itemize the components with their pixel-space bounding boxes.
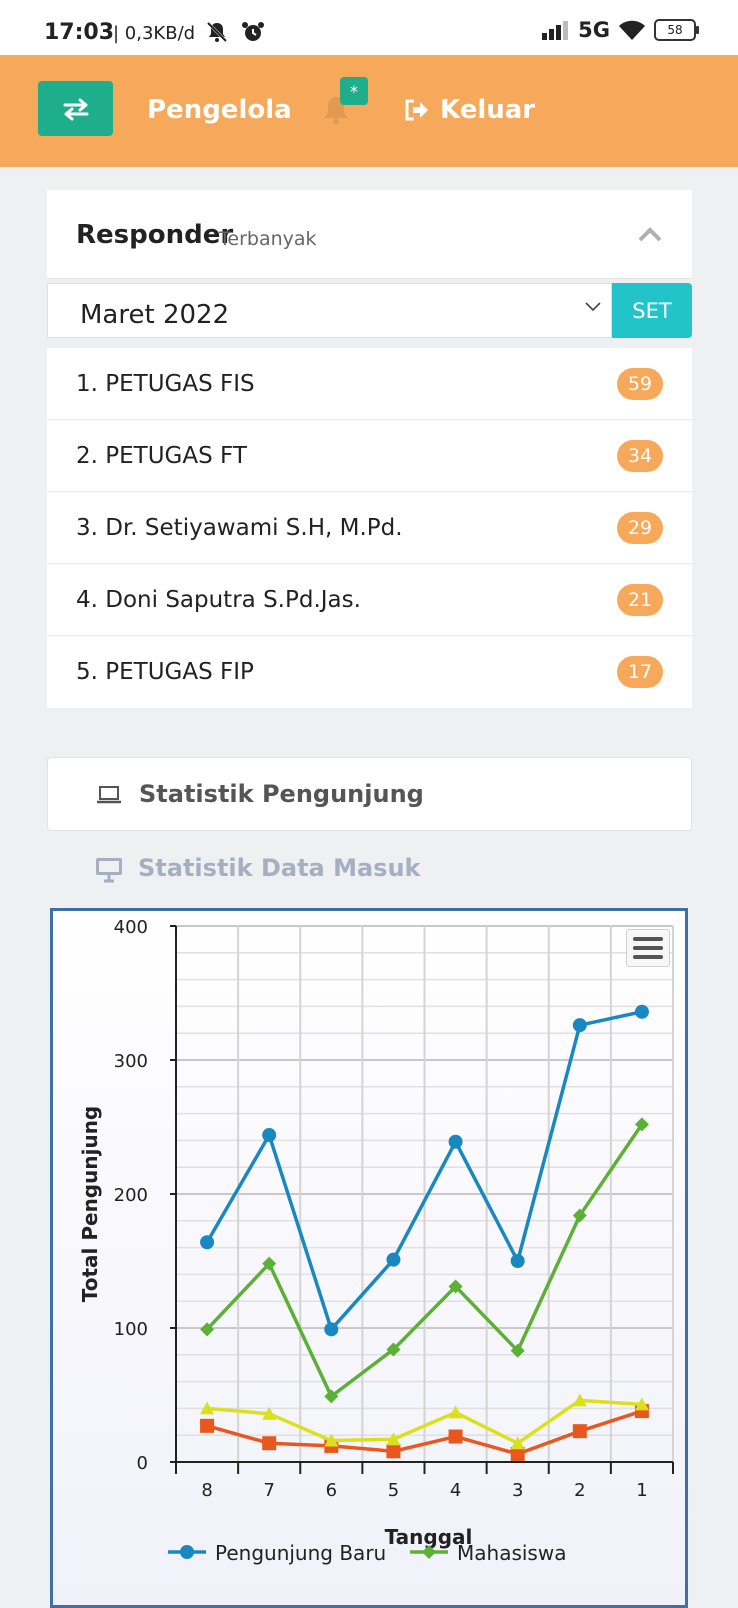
list-item: 5. PETUGAS FIP 17 [47, 636, 692, 708]
status-time: 17:03 [44, 20, 115, 45]
x-tick-label: 2 [574, 1480, 585, 1501]
y-tick-label: 400 [114, 917, 148, 938]
y-axis-title: Total Pengunjung [78, 1106, 102, 1303]
data-point [510, 1254, 525, 1268]
month-select[interactable]: Maret 2022 [47, 283, 612, 338]
tab-label: Statistik Data Masuk [138, 854, 421, 882]
data-point [262, 1436, 277, 1451]
count-badge: 34 [617, 440, 663, 472]
app-header: Pengelola * Keluar [0, 55, 738, 167]
data-point [324, 1322, 339, 1337]
data-point [386, 1444, 401, 1459]
month-filter: Maret 2022 SET [47, 283, 692, 338]
list-item-label: 1. PETUGAS FIS [76, 371, 255, 397]
card-title: Responder [76, 220, 234, 250]
list-item-label: 4. Doni Saputra S.Pd.Jas. [76, 587, 361, 613]
responder-list: 1. PETUGAS FIS 59 2. PETUGAS FT 34 3. Dr… [47, 348, 692, 708]
laptop-icon [97, 786, 121, 804]
data-point [448, 1134, 463, 1149]
chart-menu-button[interactable] [626, 929, 670, 967]
mute-icon [206, 21, 228, 43]
data-point [572, 1424, 587, 1439]
set-button[interactable]: SET [612, 283, 692, 338]
list-item-label: 3. Dr. Setiyawami S.H, M.Pd. [76, 515, 403, 541]
data-point [448, 1405, 463, 1419]
visitor-line-chart: 01002003004008 7 6 5 4 3 2 1TanggalTotal Pengun… [78, 917, 674, 1565]
legend-label: Mahasiswa [457, 1541, 566, 1565]
monitor-icon [96, 858, 122, 883]
month-select-value: Maret 2022 [80, 300, 230, 330]
data-point [200, 1235, 215, 1250]
count-badge: 59 [617, 368, 663, 400]
sidebar-toggle-button[interactable] [38, 81, 113, 136]
x-tick-label: 8 [201, 1480, 212, 1501]
list-item: 2. PETUGAS FT 34 [47, 420, 692, 492]
status-network-speed: | 0,3KB/d [113, 23, 196, 44]
count-badge: 21 [617, 584, 663, 616]
tab-statistik-data-masuk[interactable]: Statistik Data Masuk [47, 845, 692, 901]
card-subtitle: Terbanyak [219, 228, 317, 250]
x-tick-label: 7 [263, 1480, 274, 1501]
tab-label: Statistik Pengunjung [139, 780, 424, 808]
y-tick-label: 300 [114, 1051, 148, 1072]
y-tick-label: 100 [114, 1319, 148, 1340]
swap-arrows-icon [63, 98, 88, 120]
signal-icon [542, 21, 569, 40]
list-item: 3. Dr. Setiyawami S.H, M.Pd. 29 [47, 492, 692, 564]
list-item-label: 5. PETUGAS FIP [76, 659, 254, 685]
battery-level: 58 [667, 23, 683, 37]
list-item: 1. PETUGAS FIS 59 [47, 348, 692, 420]
status-bar: 17:03 | 0,3KB/d 5G 58 [0, 0, 738, 55]
wifi-icon [619, 20, 645, 40]
y-tick-label: 0 [137, 1453, 148, 1474]
x-tick-label: 1 [636, 1480, 647, 1501]
data-point [448, 1429, 463, 1444]
x-tick-label: 5 [388, 1480, 399, 1501]
chevron-up-icon[interactable] [638, 226, 662, 242]
battery-icon: 58 [654, 19, 699, 41]
chevron-down-icon [585, 302, 601, 312]
list-item-label: 2. PETUGAS FT [76, 443, 247, 469]
data-point [200, 1418, 215, 1433]
page-title: Pengelola [147, 95, 292, 125]
data-point [262, 1128, 277, 1143]
data-point [634, 1004, 649, 1019]
responder-card-header[interactable]: Responder Terbanyak [47, 190, 692, 279]
y-tick-label: 200 [114, 1185, 148, 1206]
notification-badge: * [340, 77, 368, 105]
count-badge: 17 [617, 656, 663, 688]
legend-marker [180, 1545, 194, 1559]
tab-statistik-pengunjung[interactable]: Statistik Pengunjung [47, 757, 692, 831]
x-tick-label: 3 [512, 1480, 523, 1501]
logout-label: Keluar [440, 95, 536, 125]
x-tick-label: 6 [326, 1480, 337, 1501]
count-badge: 29 [617, 512, 663, 544]
data-point [386, 1252, 401, 1267]
responder-card: Responder Terbanyak [47, 190, 692, 279]
list-item: 4. Doni Saputra S.Pd.Jas. 21 [47, 564, 692, 636]
alarm-icon [242, 22, 264, 41]
x-tick-label: 4 [450, 1480, 461, 1501]
network-type: 5G [578, 18, 610, 42]
data-point [572, 1018, 587, 1033]
sign-out-icon [405, 99, 428, 121]
legend-label: Pengunjung Baru [215, 1541, 386, 1565]
logout-button[interactable]: Keluar [404, 95, 535, 125]
